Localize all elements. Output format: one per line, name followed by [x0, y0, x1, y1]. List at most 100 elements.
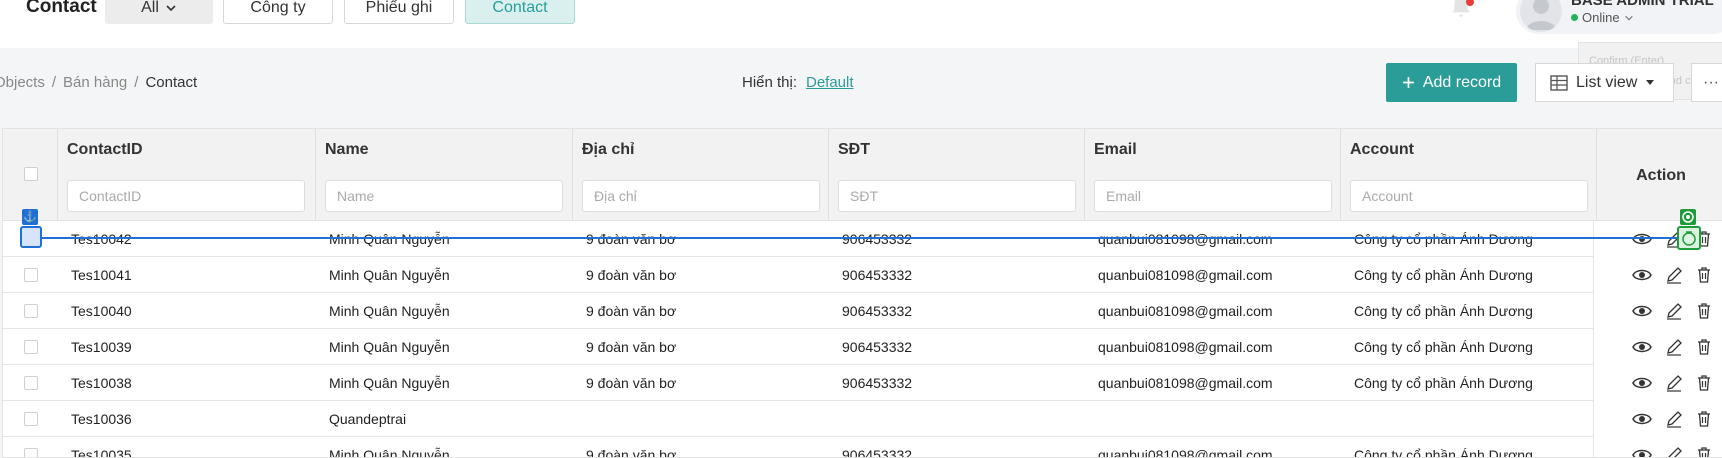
- table-row[interactable]: Tes10036 Quandeptrai: [3, 401, 1722, 437]
- view-label: Hiển thị:: [742, 74, 798, 91]
- add-record-button[interactable]: Add record: [1386, 63, 1517, 102]
- view-button[interactable]: [1632, 301, 1652, 321]
- edit-icon: [1667, 267, 1682, 284]
- cell-email: quanbui081098@gmail.com: [1098, 375, 1273, 391]
- user-status[interactable]: Online: [1571, 10, 1634, 25]
- cell-contactid: Tes10040: [71, 303, 132, 319]
- table-row[interactable]: Tes10039 Minh Quân Nguyễn 9 đoàn văn bơ 906…: [3, 329, 1722, 365]
- tab-phieu-ghi-label: Phiếu ghi: [365, 0, 433, 16]
- delete-icon: [1698, 267, 1710, 283]
- tab-cong-ty[interactable]: Công ty: [223, 0, 333, 24]
- account-filter-input[interactable]: [1350, 180, 1588, 212]
- row-checkbox[interactable]: [24, 412, 38, 426]
- drag-target-marker: [1677, 226, 1701, 250]
- row-checkbox[interactable]: [24, 268, 38, 282]
- edit-button[interactable]: [1664, 301, 1684, 321]
- cell-diachi: 9 đoàn văn bơ: [586, 339, 677, 355]
- view-icon: [1632, 449, 1652, 457]
- cell-email: quanbui081098@gmail.com: [1098, 339, 1273, 355]
- online-dot-icon: [1571, 14, 1578, 21]
- edit-button[interactable]: [1664, 373, 1684, 393]
- cell-name: Minh Quân Nguyễn: [329, 267, 450, 283]
- breadcrumb: Objects / Bán hàng / Contact: [0, 74, 197, 91]
- view-button[interactable]: [1632, 337, 1652, 357]
- row-checkbox[interactable]: [24, 340, 38, 354]
- view-icon: [1632, 269, 1652, 281]
- list-view-button[interactable]: List view: [1535, 63, 1674, 102]
- cell-account: Công ty cổ phần Ánh Dương: [1354, 339, 1533, 355]
- column-email-label: Email: [1094, 141, 1137, 158]
- chevron-down-icon: [1624, 15, 1633, 20]
- cell-contactid: Tes10036: [71, 411, 132, 427]
- cell-email: quanbui081098@gmail.com: [1098, 231, 1273, 247]
- breadcrumb-separator: /: [134, 74, 139, 91]
- row-actions: [1593, 365, 1722, 401]
- delete-button[interactable]: [1694, 337, 1714, 357]
- email-filter-input[interactable]: [1094, 180, 1332, 212]
- edit-button[interactable]: [1664, 265, 1684, 285]
- view-button[interactable]: [1632, 265, 1652, 285]
- view-button[interactable]: [1632, 373, 1652, 393]
- column-action: Action: [1597, 129, 1722, 221]
- column-sdt: SĐT: [829, 129, 1085, 221]
- delete-button[interactable]: [1694, 373, 1714, 393]
- table-row[interactable]: Tes10042 Minh Quân Nguyễn 9 đoàn văn bơ 906…: [3, 221, 1722, 257]
- table-row[interactable]: Tes10038 Minh Quân Nguyễn 9 đoàn văn bơ 906…: [3, 365, 1722, 401]
- edit-button[interactable]: [1664, 337, 1684, 357]
- view-selector-link[interactable]: Default: [806, 74, 854, 91]
- column-name-label: Name: [325, 141, 369, 158]
- delete-button[interactable]: [1694, 265, 1714, 285]
- select-all-checkbox[interactable]: [24, 167, 38, 181]
- row-actions: [1593, 257, 1722, 293]
- delete-button[interactable]: [1694, 445, 1714, 457]
- column-contactid-label: ContactID: [67, 141, 143, 158]
- delete-button[interactable]: [1694, 301, 1714, 321]
- cell-sdt: 906453332: [842, 339, 913, 355]
- cell-sdt: 906453332: [842, 375, 913, 391]
- cell-diachi: 9 đoàn văn bơ: [586, 267, 677, 283]
- edit-icon: [1668, 447, 1682, 457]
- column-diachi: Địa chỉ: [573, 129, 829, 221]
- breadcrumb-item-ban-hang[interactable]: Bán hàng: [63, 74, 127, 91]
- cell-diachi: 9 đoàn văn bơ: [586, 447, 677, 458]
- sdt-filter-input[interactable]: [838, 180, 1076, 212]
- column-action-label: Action: [1636, 167, 1686, 184]
- cell-diachi: 9 đoàn văn bơ: [586, 375, 677, 391]
- view-button[interactable]: [1632, 409, 1652, 429]
- cell-contactid: Tes10038: [71, 375, 132, 391]
- edit-button[interactable]: [1664, 445, 1684, 457]
- header-select-cell: [3, 129, 58, 221]
- drag-start-marker: [20, 226, 42, 248]
- tab-all[interactable]: All: [105, 0, 213, 24]
- more-options-button[interactable]: ···: [1691, 63, 1722, 102]
- row-checkbox[interactable]: [24, 304, 38, 318]
- view-button[interactable]: [1632, 445, 1652, 457]
- breadcrumb-item-objects[interactable]: Objects: [0, 74, 45, 91]
- table-row[interactable]: Tes10041 Minh Quân Nguyễn 9 đoàn văn bơ 906…: [3, 257, 1722, 293]
- row-checkbox[interactable]: [24, 448, 38, 457]
- delete-button[interactable]: [1694, 409, 1714, 429]
- tab-phieu-ghi[interactable]: Phiếu ghi: [344, 0, 454, 24]
- app-title: Contact: [26, 0, 97, 17]
- user-status-label: Online: [1582, 10, 1620, 25]
- edit-button[interactable]: [1664, 409, 1684, 429]
- row-actions: [1593, 437, 1722, 457]
- tab-contact[interactable]: Contact: [465, 0, 575, 24]
- cell-diachi: 9 đoàn văn bơ: [586, 303, 677, 319]
- contactid-filter-input[interactable]: [67, 180, 305, 212]
- table-row[interactable]: Tes10035 Minh Quân Nguyễn 9 đoàn văn bơ 906…: [3, 437, 1722, 458]
- row-checkbox[interactable]: [24, 376, 38, 390]
- view-icon: [1632, 377, 1652, 389]
- cell-name: Minh Quân Nguyễn: [329, 447, 450, 458]
- tab-all-label: All: [141, 0, 159, 16]
- cell-email: quanbui081098@gmail.com: [1098, 447, 1273, 458]
- table-row[interactable]: Tes10040 Minh Quân Nguyễn 9 đoàn văn bơ 906…: [3, 293, 1722, 329]
- view-button[interactable]: [1632, 229, 1652, 249]
- chevron-down-icon: [166, 5, 176, 12]
- name-filter-input[interactable]: [325, 180, 563, 212]
- column-account-label: Account: [1350, 141, 1414, 158]
- diachi-filter-input[interactable]: [582, 180, 820, 212]
- delete-icon: [1698, 411, 1710, 427]
- row-actions: [1593, 329, 1722, 365]
- column-diachi-label: Địa chỉ: [582, 141, 635, 158]
